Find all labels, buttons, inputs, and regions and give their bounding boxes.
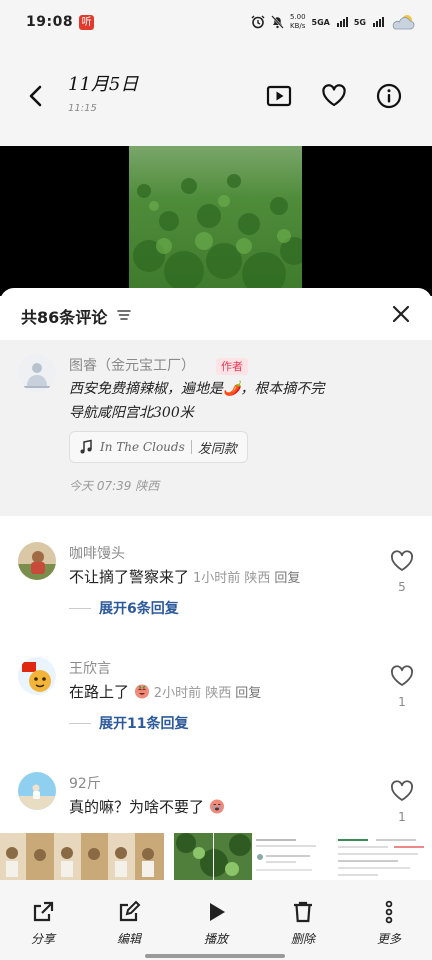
author-name[interactable]: 图睿（金元宝工厂） [69,355,195,375]
music-note-icon [80,439,92,454]
like-heart-icon[interactable] [389,663,415,689]
thumbnail-item[interactable] [332,833,432,880]
weather-cloud-icon [392,15,415,30]
like-count: 1 [398,695,406,709]
net-speed-value: 5.00 [289,13,306,21]
reply-button[interactable]: 回复 [274,571,300,586]
edit-icon [119,900,141,922]
more-button[interactable]: 更多 [359,900,419,947]
expand-divider [69,722,91,724]
edit-button[interactable]: 编辑 [99,900,159,947]
avatar[interactable] [18,772,56,810]
comment-item[interactable]: 92斤 真的嘛？为啥不要了 1 [0,766,432,833]
alarm-icon [251,15,265,29]
like-heart-icon[interactable] [389,778,415,804]
network-speed: 5.00 KB/s [290,13,306,31]
author-tag-badge: 作者 [216,358,248,375]
close-icon[interactable] [389,302,413,326]
play-icon [210,903,225,921]
comment-text: 真的嘛？为啥不要了 [69,796,225,817]
play-slideshow-icon[interactable] [265,82,293,110]
home-indicator[interactable] [145,954,285,958]
comments-count-title: 共86条评论 [21,308,108,327]
thumbnail-item[interactable] [174,833,252,880]
delete-label: 删除 [290,932,315,946]
comment-item[interactable]: 咖啡馒头 不让摘了警察来了 1小时前 陕西 回复 展开6条回复 5 [0,536,432,651]
signal-icon [336,17,348,27]
video-frame-image [129,146,302,296]
status-time: 19:08 [26,14,74,30]
video-player[interactable] [0,146,432,296]
avatar[interactable] [18,354,56,392]
laughing-emoji-icon [134,684,149,699]
use-same-music-button[interactable]: 发同款 [198,438,237,457]
share-label: 分享 [30,932,55,946]
author-comment-meta: 今天 07:39 陕西 [69,479,160,493]
reply-button[interactable]: 回复 [235,686,261,701]
music-chip[interactable]: In The Clouds 发同款 [69,431,248,463]
music-divider [190,440,192,454]
commenter-name[interactable]: 咖啡馒头 [69,543,125,563]
status-icons: 5.00 KB/s 5GA 5G [251,13,416,31]
page-title: 11月5日 [68,74,139,95]
delete-button[interactable]: 删除 [273,900,333,947]
music-title: In The Clouds [100,440,185,454]
author-comment[interactable]: 图睿（金元宝工厂） 作者 西安免费摘辣椒，遍地是🌶️，根本摘不完 导航咸阳宫北3… [0,340,432,516]
status-bar: 19:08 听 5.00 KB/s 5GA 5G [0,0,432,44]
sim1-label: 5GA [311,17,330,27]
commenter-name[interactable]: 92斤 [69,773,101,793]
thumbnail-strip[interactable] [0,833,432,880]
comments-header: 共86条评论 [0,288,432,340]
expand-replies-label: 展开11条回复 [99,716,189,732]
thumbnail-gap [164,833,174,880]
crying-emoji-icon [209,799,224,814]
expand-replies-button[interactable]: 展开6条回复 [69,598,179,618]
comment-meta: 1小时前 陕西 [193,571,271,586]
author-comment-line1: 西安免费摘辣椒，遍地是🌶️，根本摘不完 [69,381,325,397]
signal-icon [373,17,384,27]
thumbnail-item[interactable] [0,833,164,880]
commenter-name[interactable]: 王欣言 [69,658,111,678]
more-label: 更多 [376,932,401,946]
comment-body: 在路上了 [69,683,130,701]
page-subtitle: 11:15 [68,103,97,114]
comment-meta: 2小时前 陕西 [153,686,232,701]
trash-icon [294,901,312,923]
info-icon[interactable] [375,82,403,110]
net-speed-unit: KB/s [290,22,306,30]
comment-body: 不让摘了警察来了 [69,568,190,586]
more-icon [385,900,393,924]
author-comment-text: 西安免费摘辣椒，遍地是🌶️，根本摘不完 导航咸阳宫北300米 [69,377,409,425]
comment-text: 不让摘了警察来了 1小时前 陕西 回复 [69,566,300,587]
header: 11月5日 11:15 [0,44,432,146]
author-comment-line2: 导航咸阳宫北300米 [69,405,194,421]
expand-replies-button[interactable]: 展开11条回复 [69,713,188,733]
like-count: 1 [398,810,406,824]
bottom-toolbar: 分享 编辑 播放 删除 更多 [0,880,432,960]
avatar[interactable] [18,657,56,695]
comment-text: 在路上了 2小时前 陕西 回复 [69,681,261,702]
play-button[interactable]: 播放 [186,900,246,947]
comments-panel: 共86条评论 图睿（金元宝工厂） 作者 西安免费摘辣椒，遍地是🌶️，根本摘不完 … [0,288,432,833]
share-button[interactable]: 分享 [13,900,73,947]
expand-divider [69,607,91,609]
comment-item[interactable]: 王欣言 在路上了 2小时前 陕西 回复 展开11条回复 1 [0,651,432,766]
edit-label: 编辑 [116,932,141,946]
sim2-label: 5G [353,17,366,27]
share-icon [33,901,54,922]
thumbnail-item[interactable] [252,833,332,880]
avatar[interactable] [18,542,56,580]
mute-bell-icon [271,15,284,29]
sort-icon[interactable] [116,307,132,323]
play-label: 播放 [203,932,228,946]
comment-body: 真的嘛？为啥不要了 [69,798,205,816]
heart-icon[interactable] [320,82,348,110]
like-count: 5 [398,580,406,594]
back-icon[interactable] [22,82,50,110]
like-heart-icon[interactable] [389,548,415,574]
expand-replies-label: 展开6条回复 [99,601,179,617]
app-badge-icon: 听 [79,14,95,30]
